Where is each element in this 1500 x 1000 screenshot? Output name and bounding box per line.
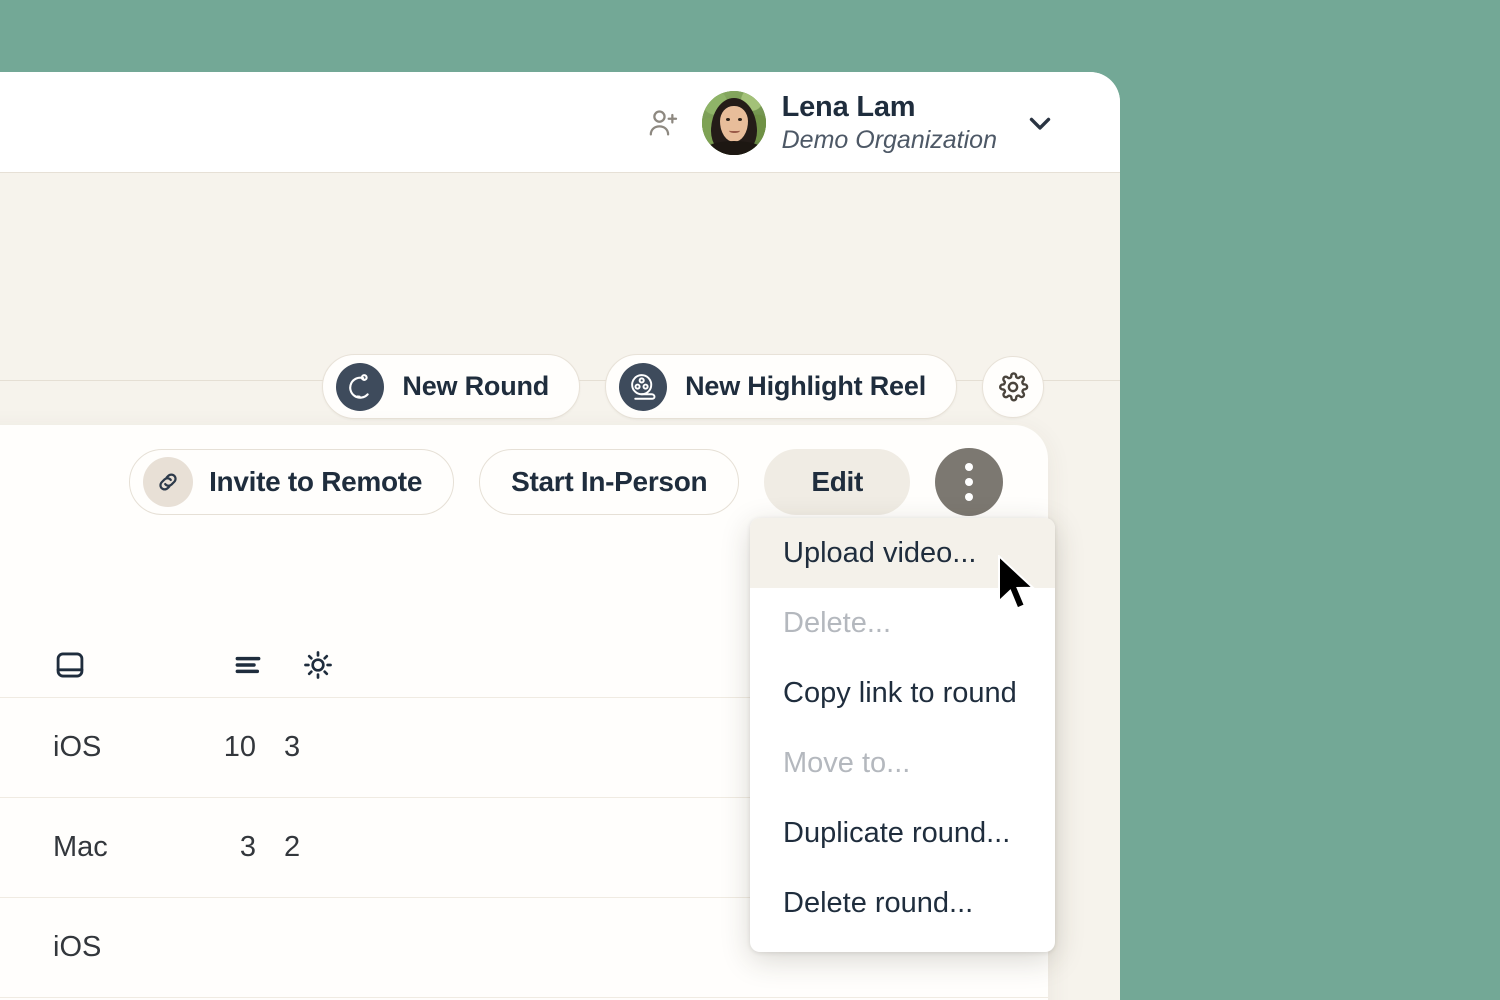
new-highlight-reel-button[interactable]: New Highlight Reel (605, 354, 957, 419)
invite-to-remote-label: Invite to Remote (209, 466, 423, 497)
menu-item-move-to: Move to... (783, 746, 911, 779)
sun-brightness-icon[interactable] (302, 649, 334, 681)
avatar (701, 90, 766, 155)
new-round-label: New Round (402, 371, 550, 401)
user-organization: Demo Organization (781, 125, 997, 154)
cell-notes: 10 (223, 731, 256, 763)
header-right-cluster: Lena Lam Demo Organization (646, 72, 1057, 173)
toolbar-strip: New Round New Highlight Reel (0, 173, 1120, 419)
toolbar-actions: New Round New Highlight Reel (322, 354, 1044, 419)
user-menu[interactable]: Lena Lam Demo Organization (701, 90, 1057, 155)
menu-item-copy-link-to-round[interactable]: Copy link to round (750, 658, 1055, 728)
film-reel-icon (619, 362, 668, 411)
new-highlight-reel-label: New Highlight Reel (685, 371, 926, 401)
user-name: Lena Lam (781, 91, 916, 124)
link-icon (143, 457, 194, 507)
add-person-icon[interactable] (646, 106, 680, 140)
context-menu: Upload video... Delete... Copy link to r… (750, 518, 1055, 952)
cell-platform: iOS (53, 731, 102, 763)
cell-platform: iOS (53, 931, 102, 963)
top-header-bar: Lena Lam Demo Organization (0, 72, 1120, 173)
invite-to-remote-button[interactable]: Invite to Remote (129, 449, 455, 515)
new-round-button[interactable]: New Round (322, 354, 581, 419)
cell-quality: 2 (284, 831, 301, 863)
edit-button[interactable]: Edit (764, 449, 910, 515)
round-gauge-icon (336, 362, 385, 411)
device-layout-icon[interactable] (53, 648, 87, 682)
kebab-dot (965, 493, 973, 501)
gear-icon (999, 371, 1029, 401)
cell-platform: Mac (53, 831, 108, 863)
kebab-dot (965, 478, 973, 486)
edit-label: Edit (811, 466, 863, 497)
menu-item-delete: Delete... (783, 606, 891, 639)
cell-notes: 3 (239, 831, 256, 863)
start-in-person-label: Start In-Person (511, 466, 708, 497)
more-menu-button[interactable] (935, 448, 1003, 516)
chevron-down-icon[interactable] (1023, 106, 1057, 140)
menu-item-upload-video[interactable]: Upload video... (750, 518, 1055, 588)
menu-item-duplicate-round[interactable]: Duplicate round... (750, 798, 1055, 868)
settings-gear-button[interactable] (982, 355, 1044, 418)
record-actions-row: Invite to Remote Start In-Person Edit (129, 448, 1003, 516)
kebab-dot (965, 463, 973, 471)
user-identity: Lena Lam Demo Organization (782, 91, 997, 153)
menu-item-delete-round[interactable]: Delete round... (750, 868, 1055, 938)
start-in-person-button[interactable]: Start In-Person (479, 449, 740, 515)
cell-quality: 3 (284, 731, 301, 763)
align-list-icon[interactable] (232, 649, 264, 681)
